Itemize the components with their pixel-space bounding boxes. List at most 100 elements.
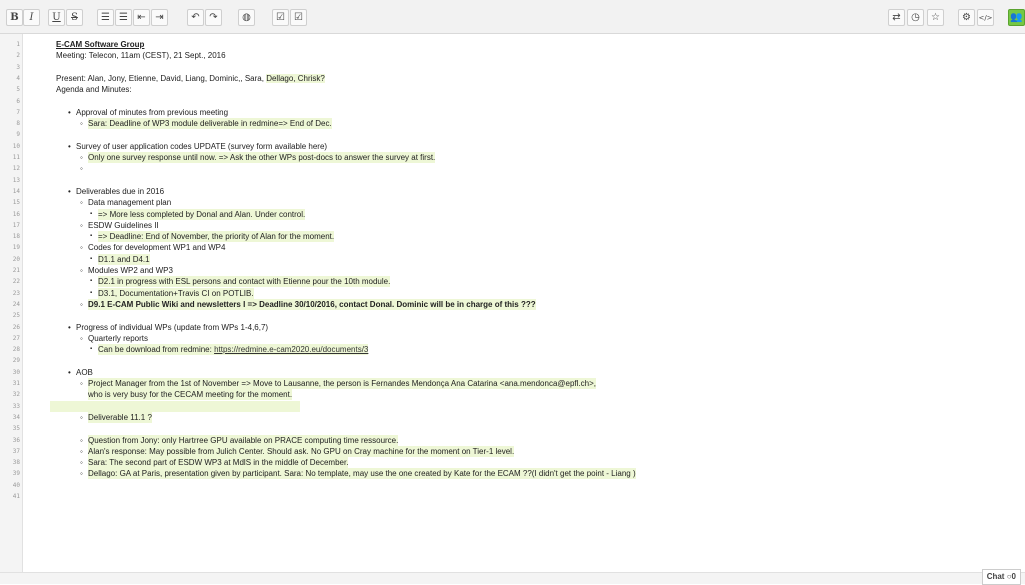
line-number: 9 [16, 131, 20, 139]
list-bullet: ◦ [80, 379, 83, 388]
line-number: 40 [12, 481, 20, 489]
line-number: 36 [12, 436, 20, 444]
line-number: 16 [12, 210, 20, 218]
line-number: 10 [12, 142, 20, 150]
line-text: Project Manager from the 1st of November… [88, 378, 596, 389]
line-number: 23 [12, 289, 20, 297]
line-number: 26 [12, 323, 20, 331]
history-button[interactable]: ◷ [907, 9, 924, 26]
line-number: 19 [12, 244, 20, 252]
list-bullet: ◦ [80, 243, 83, 253]
line-text: D2.1 in progress with ESL persons and co… [98, 276, 391, 288]
line-number: 8 [16, 120, 20, 128]
list-bullet: • [68, 322, 71, 332]
line-text: => More less completed by Donal and Alan… [98, 208, 306, 220]
line-number: 30 [12, 368, 20, 376]
bold-button[interactable]: B [6, 9, 23, 26]
line-text: => Deadline: End of November, the priori… [98, 231, 335, 243]
line-text: Data management plan [88, 198, 172, 208]
line-text: AOB [76, 367, 93, 377]
outdent-button[interactable]: ⇤ [133, 9, 150, 26]
line-text: Sara: Deadline of WP3 module deliverable… [88, 118, 332, 130]
editor-toolbar: B I U S ☰ ☰ ⇤ ⇥ ↶ ↷ ◍ ☑ ☑ ⇄ ◷ ☆ ⚙ </> 👥 [0, 0, 1025, 34]
settings-button[interactable]: ⚙ [958, 9, 975, 26]
line-text: D9.1 E-CAM Public Wiki and newsletters I… [88, 298, 536, 310]
undo-button[interactable]: ↶ [187, 9, 204, 26]
document-body[interactable]: E-CAM Software Group Meeting: Telecon, 11… [22, 34, 1025, 572]
line-text: Survey of user application codes UPDATE … [76, 141, 328, 151]
line-text: who is very busy for the CECAM meeting f… [88, 389, 293, 401]
checkbox-button[interactable]: ☑ [272, 9, 289, 26]
line-text: Approval of minutes from previous meetin… [76, 107, 229, 117]
line-number: 4 [16, 74, 20, 82]
line-text: E-CAM Software Group [56, 40, 145, 49]
import-export-button[interactable]: ⇄ [888, 9, 905, 26]
users-button[interactable]: 👥 [1008, 9, 1025, 26]
underline-button[interactable]: U [48, 9, 65, 26]
list-bullet: • [68, 141, 71, 151]
line-number: 35 [12, 425, 20, 433]
line-number: 22 [12, 278, 20, 286]
list-bullet: ▪ [90, 210, 93, 217]
line-number: 2 [16, 52, 20, 60]
line-text: Deliverable 11.1 ? [88, 411, 152, 423]
line-text: Sara: The second part of ESDW WP3 at Mdl… [88, 457, 349, 469]
list-bullet: ▪ [90, 255, 93, 262]
ordered-list-button[interactable]: ☰ [97, 9, 114, 26]
star-button[interactable]: ☆ [927, 9, 944, 26]
embed-button[interactable]: </> [977, 9, 994, 26]
list-bullet: ◦ [80, 220, 83, 230]
line-number: 13 [12, 176, 20, 184]
line-number: 28 [12, 346, 20, 354]
line-number-gutter: 1 2 3 4 5 6 7 8 9 10 11 12 13 14 15 16 17 18 19 20 21 22 23 24 2… [0, 34, 23, 572]
line-number: 38 [12, 459, 20, 467]
redmine-link[interactable]: https://redmine.e-cam2020.eu/documents/3 [214, 345, 368, 354]
line-number: 31 [12, 380, 20, 387]
line-text: Progress of individual WPs (update from … [76, 322, 269, 332]
list-bullet: ◦ [80, 164, 83, 174]
list-bullet: ◦ [80, 446, 83, 456]
redo-button[interactable]: ↷ [205, 9, 222, 26]
line-text: Deliverables due in 2016 [76, 186, 165, 196]
line-text: Alan's response: May possible from Julic… [88, 445, 515, 457]
line-text: Question from Jony: only Hartrree GPU av… [88, 434, 399, 446]
line-number: 11 [12, 154, 20, 161]
line-number: 12 [12, 165, 20, 173]
checkbox-2-button[interactable]: ☑ [290, 9, 307, 26]
list-bullet: ▪ [90, 289, 93, 296]
line-number: 33 [12, 402, 20, 410]
line-text: Can be download from redmine: https://re… [98, 344, 369, 356]
list-bullet: ▪ [90, 278, 93, 285]
list-bullet: ◦ [80, 458, 83, 468]
list-bullet: ◦ [80, 266, 83, 275]
list-bullet: ▪ [90, 346, 93, 353]
line-number: 18 [12, 233, 20, 241]
line-number: 39 [12, 470, 20, 478]
list-bullet: ◦ [80, 153, 83, 162]
line-text: Dellago: GA at Paris, presentation given… [88, 468, 636, 480]
line-text: D1.1 and D4.1 [98, 253, 150, 265]
list-bullet: ◦ [80, 119, 83, 129]
line-number: 5 [16, 86, 20, 94]
clear-authorship-button[interactable]: ◍ [238, 9, 255, 26]
highlight-block [50, 400, 300, 412]
line-number: 14 [12, 187, 20, 195]
status-bar [0, 572, 1025, 584]
strikethrough-button[interactable]: S [66, 9, 83, 26]
list-bullet: • [68, 367, 71, 377]
line-number: 34 [12, 413, 20, 421]
list-bullet: ◦ [80, 469, 83, 479]
line-text: Modules WP2 and WP3 [88, 266, 173, 275]
line-text: Quarterly reports [88, 333, 149, 343]
line-text: D3.1, Documentation+Travis CI on POTLIB. [98, 287, 254, 299]
indent-button[interactable]: ⇥ [151, 9, 168, 26]
list-bullet: ◦ [80, 435, 83, 445]
list-bullet: ◦ [80, 299, 83, 309]
line-text: ESDW Guidelines II [88, 220, 159, 230]
list-bullet: ◦ [80, 333, 83, 343]
list-bullet: ◦ [80, 412, 83, 422]
line-number: 6 [16, 97, 20, 105]
unordered-list-button[interactable]: ☰ [115, 9, 132, 26]
line-number: 24 [12, 300, 20, 308]
italic-button[interactable]: I [23, 9, 40, 26]
